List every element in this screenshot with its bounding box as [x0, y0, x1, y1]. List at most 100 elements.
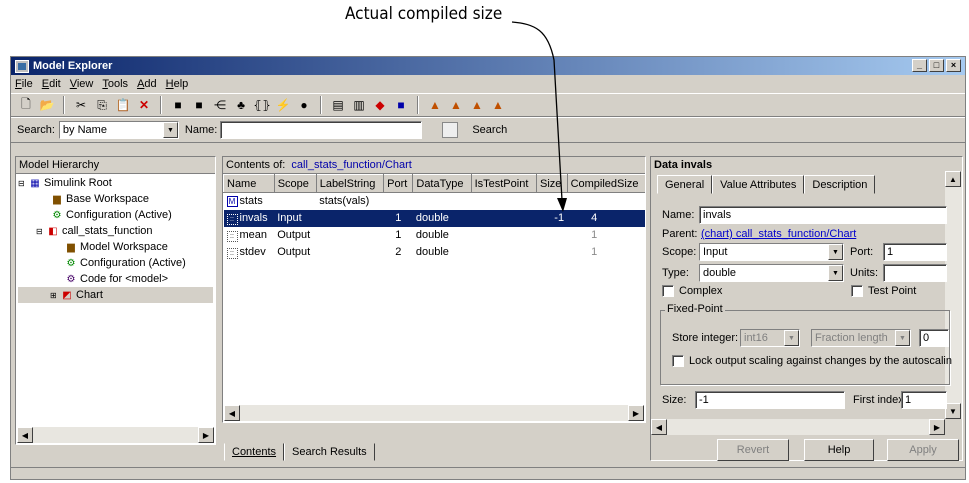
menu-edit[interactable]: Edit [42, 78, 61, 90]
scroll-right-icon[interactable]: ▶ [628, 405, 644, 421]
menu-file[interactable]: File [15, 78, 33, 90]
fraction-length-field[interactable]: 0 [919, 329, 949, 347]
checkbox-box[interactable] [672, 355, 684, 368]
table-row-selected[interactable]: ::invals Input 1 double -1 4 0 [223, 209, 645, 227]
toolbar-separator [63, 96, 65, 114]
library-icon[interactable]: ■ [392, 96, 410, 114]
matlab-icon[interactable]: ▲ [468, 96, 486, 114]
column-header-labelstring[interactable]: LabelString [315, 174, 385, 193]
signal-icon[interactable]: ♣ [232, 96, 250, 114]
complex-checkbox[interactable]: Complex [662, 285, 722, 298]
connect-icon[interactable]: ⋲ [211, 96, 229, 114]
tree-item-chart[interactable]: ⊞ ◩ Chart [18, 287, 213, 303]
test-point-checkbox[interactable]: Test Point [851, 285, 916, 298]
matlab-icon[interactable]: ▲ [447, 96, 465, 114]
tab-description[interactable]: Description [804, 175, 876, 194]
scroll-left-icon[interactable]: ◀ [224, 405, 240, 421]
tree-item-simulink-root[interactable]: ⊟ ▦ Simulink Root [18, 175, 213, 191]
collapse-icon[interactable]: ⊟ [36, 227, 46, 236]
block-icon[interactable]: ■ [169, 96, 187, 114]
workspace-icon: ▆ [53, 193, 61, 205]
contents-path-link[interactable]: call_stats_function/Chart [291, 159, 411, 171]
data-name-field[interactable]: invals [699, 206, 947, 224]
search-button[interactable]: Search [472, 124, 507, 136]
port-field[interactable]: 1 [883, 243, 947, 261]
dialog-view-icon[interactable]: ▥ [350, 96, 368, 114]
scroll-right-icon[interactable]: ▶ [198, 427, 214, 443]
tab-contents[interactable]: Contents [224, 443, 285, 461]
model-explorer-window: Model Explorer _ □ × File Edit View Tool… [10, 56, 966, 480]
lock-scaling-checkbox[interactable]: Lock output scaling against changes by t… [672, 355, 952, 368]
dialog-horizontal-scrollbar[interactable]: ◀ ▶ [651, 419, 945, 435]
fraction-length-select[interactable]: Fraction length ▼ [811, 329, 911, 347]
scroll-down-icon[interactable]: ▼ [945, 403, 961, 419]
revert-button[interactable]: Revert [717, 439, 789, 461]
stop-icon[interactable]: ● [295, 96, 313, 114]
menu-tools[interactable]: Tools [102, 78, 128, 90]
menu-help[interactable]: Help [166, 78, 189, 90]
menu-view[interactable]: View [70, 78, 94, 90]
tree-item-model-workspace[interactable]: ▆ Model Workspace [18, 239, 213, 255]
parent-link[interactable]: (chart) call_stats_function/Chart [701, 228, 856, 240]
collapse-icon[interactable]: ⊟ [18, 179, 28, 188]
tab-value-attributes[interactable]: Value Attributes [712, 175, 805, 194]
paste-icon[interactable]: 📋 [114, 96, 132, 114]
column-header-istestpoint[interactable]: IsTestPoint [470, 174, 538, 193]
fixed-point-group [660, 310, 950, 385]
new-icon[interactable]: 🗋 [17, 96, 35, 114]
column-header-size[interactable]: Size [536, 174, 568, 193]
expand-icon[interactable]: ⊞ [50, 291, 60, 300]
scroll-up-icon[interactable]: ▲ [945, 171, 961, 187]
copy-icon[interactable]: ⎘ [93, 96, 111, 114]
type-select[interactable]: double ▼ [699, 264, 844, 282]
table-row[interactable]: ::stdev Output 2 double 1 0 [224, 244, 646, 261]
tree-item-base-workspace[interactable]: ▆ Base Workspace [18, 191, 213, 207]
list-view-icon[interactable]: ▤ [329, 96, 347, 114]
menu-add[interactable]: Add [137, 78, 157, 90]
units-field[interactable] [883, 264, 947, 282]
apply-button[interactable]: Apply [887, 439, 959, 461]
store-integer-select[interactable]: int16 ▼ [740, 329, 800, 347]
chevron-down-icon: ▼ [895, 330, 910, 346]
size-field[interactable]: -1 [695, 391, 845, 409]
scope-select[interactable]: Input ▼ [699, 243, 844, 261]
scroll-left-icon[interactable]: ◀ [651, 419, 667, 435]
tree-item-configuration[interactable]: ⚙ Configuration (Active) [18, 207, 213, 223]
contents-horizontal-scrollbar[interactable]: ◀ ▶ [224, 405, 644, 421]
column-header-port[interactable]: Port [383, 174, 414, 193]
cut-icon[interactable]: ✂ [72, 96, 90, 114]
block-icon[interactable]: ■ [190, 96, 208, 114]
tab-general[interactable]: General [657, 175, 713, 194]
table-row[interactable]: Mstats stats(vals) [224, 193, 646, 210]
tree-item-code-for-model[interactable]: ⚙ Code for <model> [18, 271, 213, 287]
checkbox-box[interactable] [662, 285, 674, 298]
open-icon[interactable]: 📂 [38, 96, 56, 114]
matlab-icon[interactable]: ▲ [489, 96, 507, 114]
close-button[interactable]: × [946, 59, 961, 72]
help-button[interactable]: Help [804, 439, 874, 461]
search-mode-select[interactable]: by Name ▼ [58, 121, 179, 139]
hierarchy-horizontal-scrollbar[interactable]: ◀ ▶ [17, 427, 214, 443]
column-header-scope[interactable]: Scope [273, 174, 317, 193]
tree-item-configuration-active[interactable]: ⚙ Configuration (Active) [18, 255, 213, 271]
bracket-icon[interactable]: ⦃⦄ [253, 96, 271, 114]
model-icon[interactable]: ◆ [371, 96, 389, 114]
checkbox-box[interactable] [851, 285, 863, 298]
search-icon[interactable] [442, 122, 459, 138]
column-header-datatype[interactable]: DataType [412, 174, 472, 193]
tab-search-results[interactable]: Search Results [284, 443, 375, 461]
search-name-input[interactable] [220, 121, 423, 139]
minimize-button[interactable]: _ [912, 59, 927, 72]
delete-icon[interactable]: ✕ [135, 96, 153, 114]
column-header-compiledsize[interactable]: CompiledSize [566, 174, 645, 193]
chevron-down-icon: ▼ [828, 265, 843, 281]
column-header-name[interactable]: Name [223, 174, 275, 193]
matlab-icon[interactable]: ▲ [426, 96, 444, 114]
first-index-field[interactable]: 1 [901, 391, 947, 409]
scroll-left-icon[interactable]: ◀ [17, 427, 33, 443]
table-row[interactable]: ::mean Output 1 double 1 0 [224, 227, 646, 244]
maximize-button[interactable]: □ [929, 59, 944, 72]
scroll-right-icon[interactable]: ▶ [929, 419, 945, 435]
tree-item-call-stats-function[interactable]: ⊟ ◧ call_stats_function [18, 223, 213, 239]
event-icon[interactable]: ⚡ [274, 96, 292, 114]
